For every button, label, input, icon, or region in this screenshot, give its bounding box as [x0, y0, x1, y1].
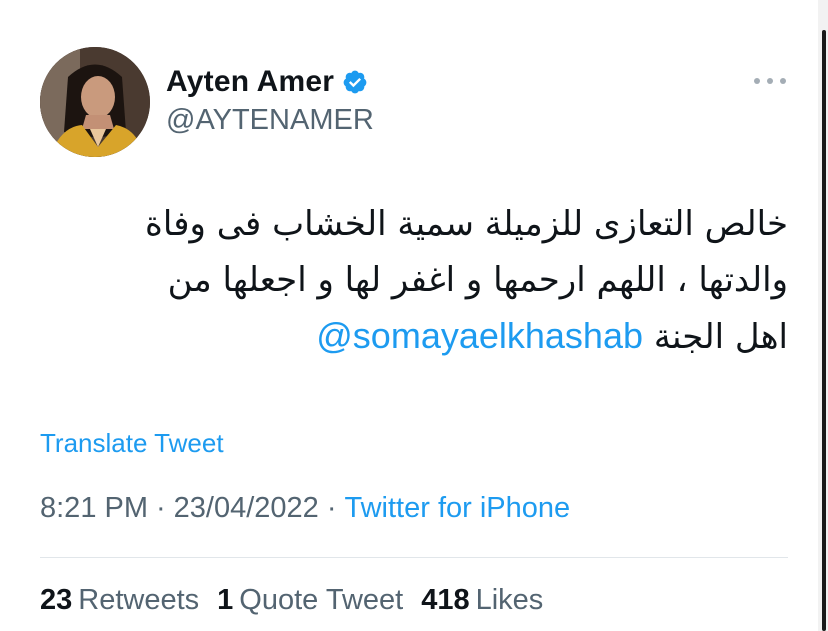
tweet-source-link[interactable]: Twitter for iPhone — [345, 492, 571, 524]
scrollbar-track[interactable] — [818, 0, 828, 631]
verified-badge-icon — [342, 69, 368, 95]
avatar[interactable] — [40, 47, 150, 157]
retweets-label: Retweets — [78, 584, 200, 616]
tweet-time[interactable]: 8:21 PM — [40, 492, 148, 524]
dot — [767, 78, 773, 84]
quotes-stat[interactable]: 1 Quote Tweet — [217, 584, 403, 617]
tweet-text-line: خالص التعازى للزميلة سمية الخشاب فى وفاة — [145, 204, 788, 244]
tweet-text-line-prefix: اهل الجنة — [653, 317, 788, 357]
translate-tweet-link[interactable]: Translate Tweet — [40, 428, 224, 459]
quotes-count: 1 — [217, 584, 234, 616]
tweet-stats: 23 Retweets 1 Quote Tweet 418 Likes — [40, 584, 561, 617]
more-options-icon[interactable] — [754, 70, 786, 92]
scrollbar-thumb[interactable] — [822, 30, 826, 631]
mention-link[interactable]: @somayaelkhashab — [316, 315, 643, 356]
dot — [754, 78, 760, 84]
divider — [40, 557, 788, 558]
quotes-label: Quote Tweet — [239, 584, 404, 616]
retweets-count: 23 — [40, 584, 73, 616]
likes-label: Likes — [475, 584, 544, 616]
likes-stat[interactable]: 418 Likes — [421, 584, 543, 617]
avatar-image — [40, 47, 150, 157]
tweet-text-line: والدتها ، اللهم ارحمها و اغفر لها و اجعل… — [167, 260, 788, 300]
tweet-text: خالص التعازى للزميلة سمية الخشاب فى وفاة… — [40, 196, 788, 365]
name-row[interactable]: Ayten Amer — [166, 64, 368, 100]
retweets-stat[interactable]: 23 Retweets — [40, 584, 199, 617]
tweet-meta: 8:21 PM · 23/04/2022 · Twitter for iPhone — [40, 492, 570, 525]
meta-separator: · — [156, 492, 166, 524]
meta-separator: · — [326, 492, 337, 524]
dot — [780, 78, 786, 84]
likes-count: 418 — [421, 584, 470, 616]
user-handle[interactable]: @AYTENAMER — [166, 104, 374, 137]
display-name[interactable]: Ayten Amer — [166, 65, 334, 99]
tweet-date[interactable]: 23/04/2022 — [174, 492, 319, 524]
tweet-text-line: اهل الجنة @somayaelkhashab — [40, 308, 788, 365]
